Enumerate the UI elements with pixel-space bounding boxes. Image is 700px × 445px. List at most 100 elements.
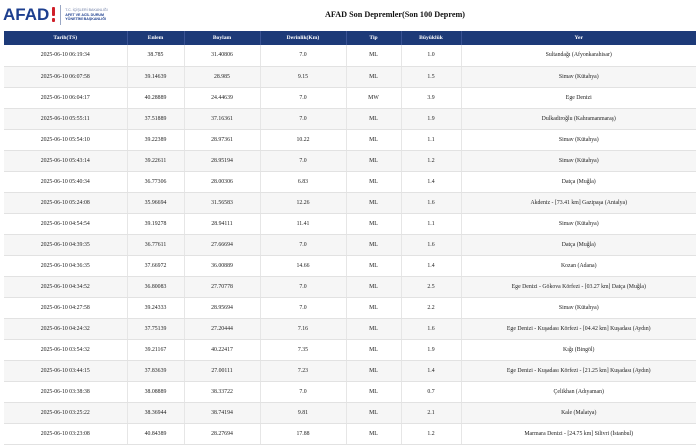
cell-date-time: 2025-06-10 03:44:15 (4, 360, 128, 382)
cell-latitude: 39.21167 (127, 339, 185, 361)
cell-latitude: 36.80083 (127, 276, 185, 298)
table-row[interactable]: 2025-06-10 06:04:17 40.28889 24.44639 7.0 MW… (4, 87, 696, 109)
cell-location: Ege Denizi - Gökova Körfezi - [03.27 km]… (461, 276, 696, 298)
cell-depth: 7.35 (260, 339, 347, 361)
cell-magnitude: 1.4 (401, 360, 462, 382)
cell-magnitude: 1.4 (401, 255, 462, 277)
cell-latitude: 39.22611 (127, 150, 185, 172)
cell-longitude: 28.27694 (184, 423, 261, 445)
cell-latitude: 39.24333 (127, 297, 185, 319)
cell-longitude: 28.97361 (184, 129, 261, 151)
table-row[interactable]: 2025-06-10 03:54:32 39.21167 40.22417 7.35 M… (4, 339, 696, 361)
cell-magnitude: 1.5 (401, 66, 462, 88)
cell-latitude: 37.66972 (127, 255, 185, 277)
cell-type: ML (346, 171, 402, 193)
page-header: AFAD T.C. İÇİŞLERİ BAKANLIĞI AFET VE ACİ… (0, 0, 700, 31)
cell-longitude: 27.20444 (184, 318, 261, 340)
cell-magnitude: 1.1 (401, 213, 462, 235)
cell-depth: 6.83 (260, 171, 347, 193)
table-row[interactable]: 2025-06-10 06:19:34 38.785 31.40806 7.0 ML 1.… (4, 45, 696, 67)
table-row[interactable]: 2025-06-10 03:23:08 40.84389 28.27694 17.88… (4, 423, 696, 445)
cell-location: Kozan (Adana) (461, 255, 696, 277)
cell-magnitude: 1.6 (401, 318, 462, 340)
cell-depth: 9.81 (260, 402, 347, 424)
cell-latitude: 38.785 (127, 45, 185, 67)
cell-date-time: 2025-06-10 05:54:10 (4, 129, 128, 151)
cell-longitude: 31.40806 (184, 45, 261, 67)
cell-depth: 7.0 (260, 150, 347, 172)
table-row[interactable]: 2025-06-10 06:07:58 39.14639 28.985 9.15 ML 1… (4, 66, 696, 88)
cell-depth: 7.0 (260, 381, 347, 403)
table-row[interactable]: 2025-06-10 04:36:35 37.66972 36.00889 14.66… (4, 255, 696, 277)
table-row[interactable]: 2025-06-10 05:55:11 37.51889 37.16361 7.0 ML… (4, 108, 696, 130)
cell-longitude: 28.95694 (184, 297, 261, 319)
cell-latitude: 39.19278 (127, 213, 185, 235)
table-row[interactable]: 2025-06-10 03:44:15 37.83639 27.00111 7.23 M… (4, 360, 696, 382)
cell-depth: 17.88 (260, 423, 347, 445)
cell-location: Kığı (Bingöl) (461, 339, 696, 361)
table-row[interactable]: 2025-06-10 04:34:52 36.80083 27.70778 7.0 ML… (4, 276, 696, 298)
table-row[interactable]: 2025-06-10 05:24:08 35.96694 31.56583 12.26… (4, 192, 696, 214)
table-row[interactable]: 2025-06-10 04:24:32 37.75139 27.20444 7.16 M… (4, 318, 696, 340)
cell-depth: 9.15 (260, 66, 347, 88)
cell-type: ML (346, 339, 402, 361)
cell-location: Simav (Kütahya) (461, 150, 696, 172)
cell-date-time: 2025-06-10 04:36:35 (4, 255, 128, 277)
table-row[interactable]: 2025-06-10 03:38:38 38.08889 38.33722 7.0 ML… (4, 381, 696, 403)
cell-magnitude: 1.2 (401, 150, 462, 172)
cell-latitude: 35.96694 (127, 192, 185, 214)
cell-location: Ege Denizi - Kuşadası Körfezi - [21.25 k… (461, 360, 696, 382)
table-body: 2025-06-10 06:19:34 38.785 31.40806 7.0 ML 1.… (4, 45, 696, 445)
cell-type: ML (346, 423, 402, 445)
cell-latitude: 36.77306 (127, 171, 185, 193)
cell-longitude: 28.94111 (184, 213, 261, 235)
cell-depth: 7.16 (260, 318, 347, 340)
cell-location: Simav (Kütahya) (461, 129, 696, 151)
column-header-type[interactable]: Tip (346, 31, 402, 45)
cell-depth: 11.41 (260, 213, 347, 235)
table-row[interactable]: 2025-06-10 04:27:58 39.24333 28.95694 7.0 ML… (4, 297, 696, 319)
cell-magnitude: 2.1 (401, 402, 462, 424)
cell-date-time: 2025-06-10 03:25:22 (4, 402, 128, 424)
table-row[interactable]: 2025-06-10 05:54:10 39.22389 28.97361 10.22… (4, 129, 696, 151)
cell-longitude: 24.44639 (184, 87, 261, 109)
cell-latitude: 39.14639 (127, 66, 185, 88)
cell-type: ML (346, 318, 402, 340)
cell-location: Simav (Kütahya) (461, 213, 696, 235)
column-header-depth[interactable]: Derinlik(Km) (260, 31, 347, 45)
cell-location: Simav (Kütahya) (461, 66, 696, 88)
cell-longitude: 28.00306 (184, 171, 261, 193)
cell-depth: 7.0 (260, 276, 347, 298)
table-row[interactable]: 2025-06-10 04:54:54 39.19278 28.94111 11.41… (4, 213, 696, 235)
cell-date-time: 2025-06-10 06:04:17 (4, 87, 128, 109)
table-row[interactable]: 2025-06-10 04:39:35 36.77611 27.66694 7.0 ML… (4, 234, 696, 256)
cell-longitude: 38.33722 (184, 381, 261, 403)
cell-longitude: 28.95194 (184, 150, 261, 172)
table-row[interactable]: 2025-06-10 03:25:22 38.36944 38.74194 9.81 M… (4, 402, 696, 424)
table-row[interactable]: 2025-06-10 05:43:14 39.22611 28.95194 7.0 ML… (4, 150, 696, 172)
cell-depth: 12.26 (260, 192, 347, 214)
cell-longitude: 27.00111 (184, 360, 261, 382)
cell-magnitude: 2.2 (401, 297, 462, 319)
cell-magnitude: 1.6 (401, 234, 462, 256)
page-title: AFAD Son Depremler(Son 100 Deprem) (324, 10, 466, 19)
cell-type: ML (346, 45, 402, 67)
cell-date-time: 2025-06-10 05:24:08 (4, 192, 128, 214)
cell-location: Akdeniz - [73.41 km] Gazipaşa (Antalya) (461, 192, 696, 214)
column-header-date-time[interactable]: Tarih(TS) (4, 31, 128, 45)
cell-magnitude: 3.9 (401, 87, 462, 109)
cell-type: MW (346, 87, 402, 109)
cell-magnitude: 1.2 (401, 423, 462, 445)
cell-location: Datça (Muğla) (461, 234, 696, 256)
column-header-magnitude[interactable]: Büyüklük (401, 31, 462, 45)
cell-location: Marmara Denizi - [24.75 km] Silivri (İst… (461, 423, 696, 445)
table-row[interactable]: 2025-06-10 05:40:34 36.77306 28.00306 6.83 M… (4, 171, 696, 193)
column-header-location[interactable]: Yer (461, 31, 696, 45)
cell-latitude: 38.36944 (127, 402, 185, 424)
cell-depth: 7.23 (260, 360, 347, 382)
column-header-longitude[interactable]: Boylam (184, 31, 261, 45)
cell-magnitude: 2.5 (401, 276, 462, 298)
column-header-latitude[interactable]: Enlem (127, 31, 185, 45)
cell-type: ML (346, 192, 402, 214)
cell-type: ML (346, 402, 402, 424)
